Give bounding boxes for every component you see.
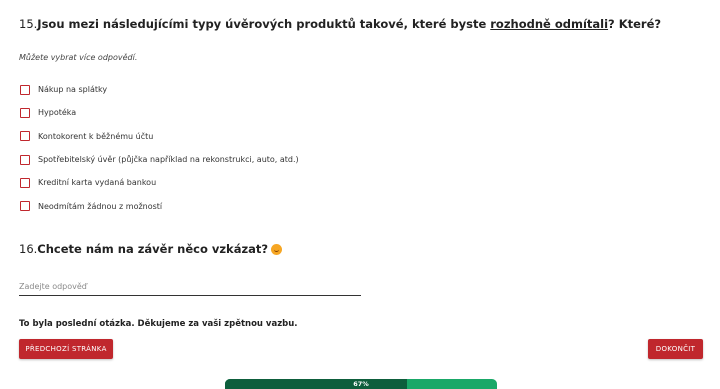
answer-input[interactable] [19,280,361,296]
checkbox[interactable] [20,84,30,95]
previous-page-button[interactable]: PŘEDCHOZÍ STRÁNKA [19,339,113,359]
question-15-title: 15.Jsou mezi následujícími typy úvěrovýc… [19,17,661,31]
question-number: 16. [19,242,38,256]
option-label: Hypotéka [38,108,77,118]
option-label: Spotřebitelský úvěr (půjčka například na… [38,155,299,165]
option-item[interactable]: Neodmítám žádnou z možností [20,194,299,217]
option-item[interactable]: Kreditní karta vydaná bankou [20,171,299,194]
final-thank-you-note: To byla poslední otázka. Děkujeme za vaš… [19,319,298,329]
checkbox[interactable] [20,131,30,142]
finish-button[interactable]: DOKONČIT [648,339,703,359]
option-item[interactable]: Hypotéka [20,101,299,124]
progress-label: 67% [353,380,369,388]
smiling-face-emoji-icon [271,244,283,255]
option-label: Kontokorent k běžnému účtu [38,131,154,141]
question-text-end: ? Které? [608,17,662,31]
options-list: Nákup na splátky Hypotéka Kontokorent k … [20,78,299,218]
checkbox[interactable] [20,154,30,165]
option-label: Kreditní karta vydaná bankou [38,178,157,188]
multi-select-hint: Můžete vybrat více odpovědí. [19,53,138,62]
option-label: Neodmítám žádnou z možností [38,201,163,211]
checkbox[interactable] [20,177,30,188]
question-16-title: 16.Chcete nám na závěr něco vzkázat? [19,242,283,256]
option-label: Nákup na splátky [38,85,108,95]
question-emphasis: rozhodně odmítali [490,17,609,31]
question-number: 15. [19,17,38,31]
option-item[interactable]: Spotřebitelský úvěr (půjčka například na… [20,148,299,171]
checkbox[interactable] [20,201,30,212]
checkbox[interactable] [20,107,30,118]
question-text: Jsou mezi následujícími typy úvěrových p… [37,17,491,31]
question-text: Chcete nám na závěr něco vzkázat? [37,242,269,256]
option-item[interactable]: Nákup na splátky [20,78,299,101]
progress-bar: 67% [225,379,497,389]
option-item[interactable]: Kontokorent k běžnému účtu [20,125,299,148]
